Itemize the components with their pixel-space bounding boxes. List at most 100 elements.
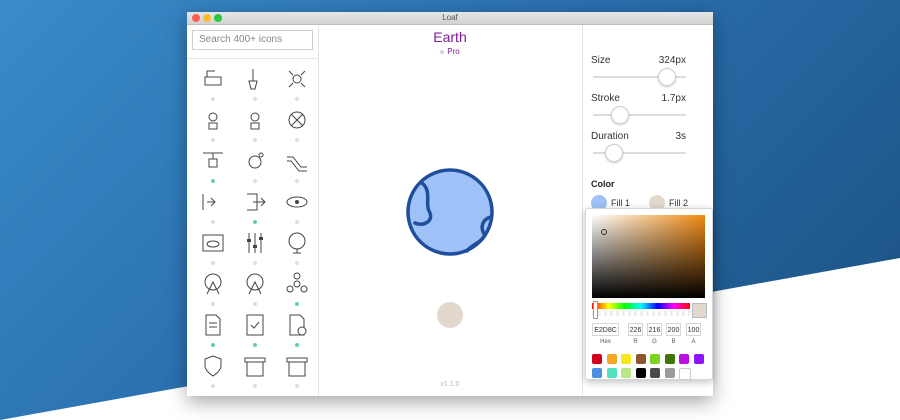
palette-swatch[interactable] xyxy=(679,368,691,380)
icon-status-dot xyxy=(295,220,299,224)
palette-swatch[interactable] xyxy=(650,368,660,378)
icon-status-dot xyxy=(211,179,215,183)
exit-arrow-person-icon[interactable] xyxy=(193,188,233,228)
stroke-label: Stroke xyxy=(591,93,620,104)
palette-swatch[interactable] xyxy=(664,354,675,364)
size-slider-handle[interactable] xyxy=(657,68,676,86)
palette-swatch[interactable] xyxy=(635,368,646,378)
green-input[interactable]: 216 xyxy=(647,323,662,336)
fidget-spinner-icon[interactable] xyxy=(277,270,317,310)
stroke-slider-track[interactable] xyxy=(593,114,686,116)
blue-input[interactable]: 200 xyxy=(666,323,681,336)
drone-top-icon[interactable] xyxy=(277,106,317,146)
satellite-icon[interactable] xyxy=(235,147,275,187)
icon-status-dot xyxy=(253,384,257,388)
icon-status-dot xyxy=(295,302,299,306)
equalizer-icon[interactable] xyxy=(235,229,275,269)
hex-input[interactable]: E2D8C xyxy=(592,323,619,336)
blue-label: B xyxy=(671,339,676,345)
app-window: Loaf Search 400+ icons Earth Pro v1.1.0 … xyxy=(187,12,713,396)
palette-swatch[interactable] xyxy=(664,368,675,378)
duration-value: 3s xyxy=(675,131,686,142)
palette-swatch[interactable] xyxy=(635,354,646,364)
size-label: Size xyxy=(591,55,611,66)
icon-status-dot xyxy=(295,343,299,347)
title-bar: Loaf xyxy=(187,12,713,25)
fireplace-icon[interactable] xyxy=(235,352,275,392)
palette-swatch[interactable] xyxy=(592,368,602,378)
alpha-slider[interactable] xyxy=(592,311,690,316)
icon-status-dot xyxy=(211,343,215,347)
hue-slider[interactable] xyxy=(592,303,690,309)
fill1-label: Fill 1 xyxy=(611,198,631,208)
palette-swatch[interactable] xyxy=(621,354,631,364)
palette-swatch[interactable] xyxy=(606,354,617,364)
stroke-value: 1.7px xyxy=(661,93,686,104)
icon-status-dot xyxy=(253,179,257,183)
saturation-field[interactable] xyxy=(592,215,705,298)
eye-icon[interactable] xyxy=(277,188,317,228)
palette-swatch[interactable] xyxy=(606,368,617,378)
icon-status-dot xyxy=(253,138,257,142)
earth-icon xyxy=(406,168,494,256)
icon-status-dot xyxy=(211,261,215,265)
browser-eye-icon[interactable] xyxy=(193,229,233,269)
alpha-input[interactable]: 100 xyxy=(686,323,701,336)
duration-slider-handle[interactable] xyxy=(605,144,624,162)
icon-sidebar: Search 400+ icons xyxy=(187,25,319,396)
palette-swatch[interactable] xyxy=(693,354,704,364)
palette-swatch[interactable] xyxy=(679,354,689,364)
hex-label: Hex xyxy=(600,339,611,345)
ferris-wheel-alt-icon[interactable] xyxy=(235,270,275,310)
fan-icon[interactable] xyxy=(277,229,317,269)
icon-status-dot xyxy=(295,261,299,265)
window-title: Loaf xyxy=(442,13,458,22)
icon-title: Earth xyxy=(433,29,467,45)
preview-canvas xyxy=(406,168,494,328)
fireplace-alt-icon[interactable] xyxy=(277,352,317,392)
saturation-cursor[interactable] xyxy=(601,229,607,235)
fill2-label: Fill 2 xyxy=(669,198,689,208)
search-input[interactable]: Search 400+ icons xyxy=(192,30,313,50)
red-input[interactable]: 226 xyxy=(628,323,643,336)
palette-swatch[interactable] xyxy=(621,368,631,378)
icon-status-dot xyxy=(211,220,215,224)
sidebar-divider xyxy=(187,58,318,59)
logout-icon[interactable] xyxy=(235,188,275,228)
icon-status-dot xyxy=(253,97,257,101)
document-icon[interactable] xyxy=(193,311,233,351)
palette-swatch[interactable] xyxy=(592,354,602,364)
document-add-icon[interactable] xyxy=(277,311,317,351)
stroke-slider-handle[interactable] xyxy=(611,106,630,124)
hue-slider-handle[interactable] xyxy=(593,301,598,319)
escalator-icon[interactable] xyxy=(277,147,317,187)
icon-status-dot xyxy=(211,384,215,388)
drone-package-icon[interactable] xyxy=(193,106,233,146)
alpha-label: A xyxy=(691,339,696,345)
version-label: v1.1.0 xyxy=(440,381,460,388)
pro-dot-icon xyxy=(440,49,445,54)
icon-status-dot xyxy=(295,97,299,101)
icon-status-dot xyxy=(211,302,215,306)
oil-pump-icon[interactable] xyxy=(193,65,233,105)
icon-status-dot xyxy=(253,302,257,306)
icon-status-dot xyxy=(253,343,257,347)
color-picker-popover: E2D8C 226 216 200 100 Hex R G B A xyxy=(585,208,713,380)
fill2-preview-dot xyxy=(437,302,463,328)
drone-icon[interactable] xyxy=(277,65,317,105)
green-label: G xyxy=(652,339,657,345)
test-tube-icon[interactable] xyxy=(235,65,275,105)
document-check-icon[interactable] xyxy=(235,311,275,351)
fire-shield-icon[interactable] xyxy=(193,352,233,392)
preview-area: Earth Pro v1.1.0 xyxy=(319,25,581,396)
cable-lift-icon[interactable] xyxy=(193,147,233,187)
color-heading: Color xyxy=(591,179,615,189)
icon-status-dot xyxy=(253,261,257,265)
icon-status-dot xyxy=(211,138,215,142)
icon-status-dot xyxy=(253,220,257,224)
drone-delivery-icon[interactable] xyxy=(235,106,275,146)
ferris-wheel-icon[interactable] xyxy=(193,270,233,310)
palette-swatch[interactable] xyxy=(650,354,660,364)
current-color-swatch xyxy=(692,303,707,318)
icon-status-dot xyxy=(295,384,299,388)
